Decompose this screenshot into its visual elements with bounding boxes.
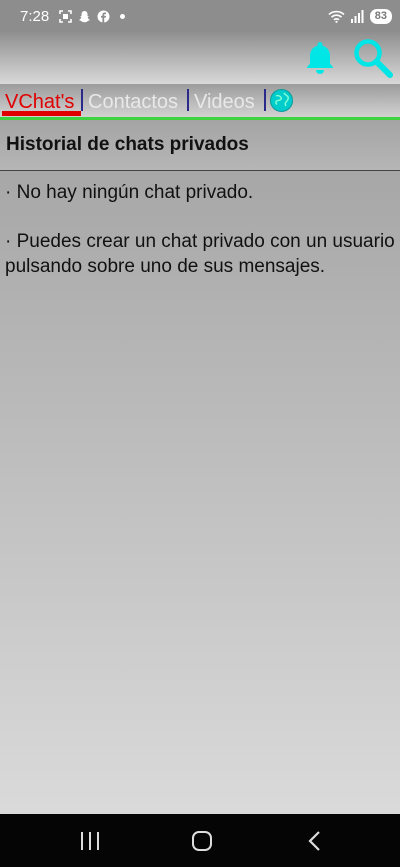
back-icon[interactable]: [302, 828, 328, 854]
tab-bar: VChat's Contactos Videos: [0, 84, 400, 120]
tab-divider: [187, 89, 189, 111]
active-tab-indicator: [2, 111, 81, 116]
tab-contactos[interactable]: Contactos: [88, 90, 178, 114]
hint-message: · Puedes crear un chat privado con un us…: [5, 231, 395, 277]
tab-divider: [264, 89, 266, 111]
wifi-icon: [328, 10, 345, 23]
recents-icon[interactable]: [77, 828, 103, 854]
status-time: 7:28: [20, 7, 50, 25]
signal-icon: [350, 9, 364, 23]
main-content: Historial de chats privados · No hay nin…: [0, 120, 400, 814]
tab-videos[interactable]: Videos: [194, 90, 255, 114]
page-title: Historial de chats privados: [6, 134, 249, 155]
snapchat-icon: [79, 10, 91, 22]
system-nav-bar: [0, 814, 400, 867]
status-right: 83: [328, 8, 392, 24]
search-icon[interactable]: [352, 37, 394, 79]
facebook-icon: [97, 10, 110, 22]
status-bar: 7:28 83: [0, 0, 400, 32]
screenshot-icon: [59, 9, 73, 23]
battery-indicator: 83: [369, 8, 392, 24]
toolbar: [0, 32, 400, 84]
status-left: 7:28: [20, 8, 129, 25]
globe-icon[interactable]: [270, 89, 293, 112]
notification-dot-icon: [120, 13, 126, 19]
tab-divider: [81, 89, 83, 111]
bell-icon[interactable]: [303, 40, 337, 76]
empty-state-message: · No hay ningún chat privado.: [5, 182, 254, 203]
section-header: Historial de chats privados: [0, 120, 400, 171]
home-icon[interactable]: [189, 828, 215, 854]
